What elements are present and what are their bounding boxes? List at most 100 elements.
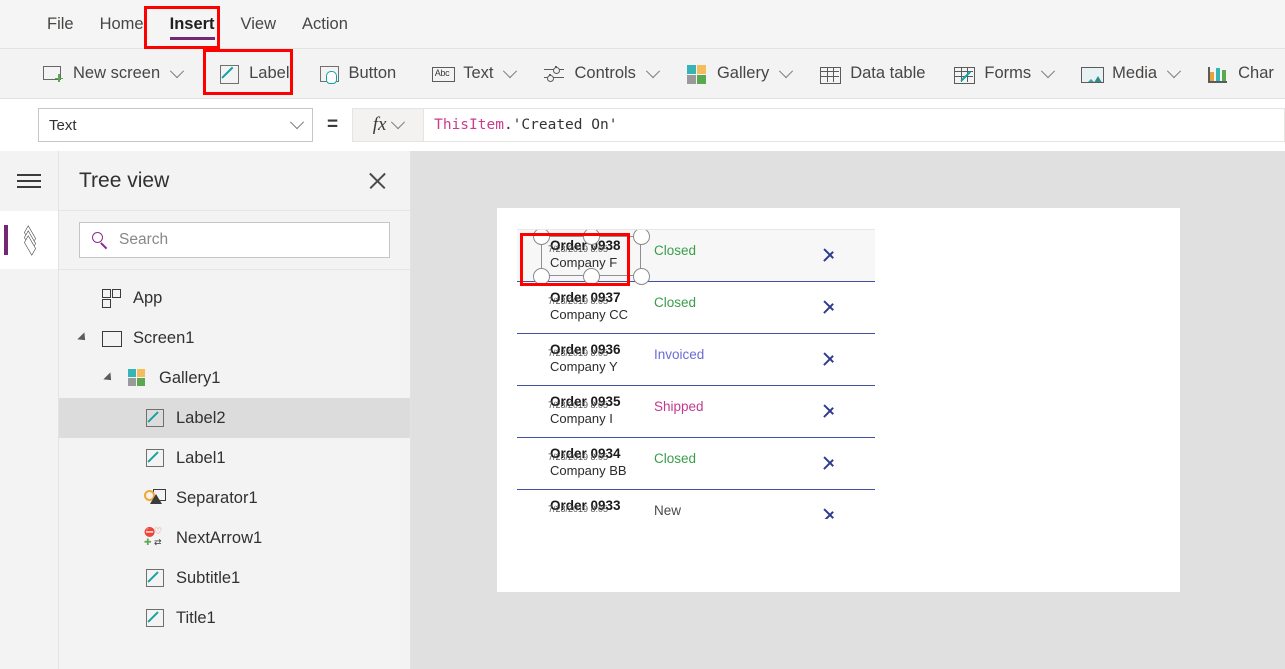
tree-view-panel: Tree view Search App Screen1 Gallery1 La… [59, 151, 411, 669]
ribbon-item-label: Gallery [716, 64, 770, 82]
next-arrow-icon: ⛔ ♡ ✚ ⇄ [144, 526, 163, 547]
next-arrow-icon[interactable] [823, 402, 838, 418]
hamburger-menu-button[interactable] [0, 151, 58, 211]
formula-input[interactable]: ThisItem .'Created On' [424, 108, 1285, 142]
tree-item-label: Label2 [176, 408, 226, 427]
ribbon-button-button[interactable]: Button [304, 49, 411, 99]
label-icon [144, 567, 166, 589]
tree-item-app[interactable]: App [59, 278, 410, 318]
tree-item-label: App [133, 288, 163, 307]
screen-icon [101, 327, 123, 349]
tree-item-subtitle1[interactable]: Subtitle1 [59, 558, 410, 598]
search-icon [92, 231, 109, 249]
row-created-on: 7/28/2019 8:05 [548, 504, 609, 514]
gallery-row[interactable]: Order 0935 Company I 7/28/2019 8:05 Ship… [517, 386, 875, 438]
tree-item-nextarrow1[interactable]: ⛔ ♡ ✚ ⇄ NextArrow1 [59, 518, 410, 558]
button-icon [318, 63, 340, 85]
tree-item-separator1[interactable]: Separator1 [59, 478, 410, 518]
twisty-icon[interactable] [103, 372, 117, 384]
tree-item-label1[interactable]: Label1 [59, 438, 410, 478]
tree-item-label: Title1 [176, 608, 216, 627]
tree-view-header: Tree view [59, 151, 410, 211]
close-icon[interactable] [368, 171, 388, 191]
chevron-down-icon [503, 63, 518, 78]
next-arrow-icon[interactable] [823, 350, 838, 366]
data-table-icon [819, 63, 842, 85]
ribbon-item-label: Forms [984, 64, 1032, 82]
ribbon-label-button[interactable]: Label [204, 49, 303, 99]
chevron-down-icon [289, 115, 305, 130]
app-screen-preview[interactable]: Order 0938 Company F 7/28/2019 8:05 Clos… [497, 208, 1180, 592]
resize-handle-n[interactable] [583, 230, 600, 245]
chart-icon [1207, 63, 1229, 85]
row-status: Closed [654, 451, 697, 466]
menu-item-view[interactable]: View [228, 0, 289, 49]
ribbon-item-label: Char [1238, 64, 1274, 82]
row-status: Closed [654, 243, 697, 258]
menu-item-label: Action [302, 14, 348, 33]
ribbon-new-screen-button[interactable]: New screen [28, 49, 196, 99]
label-icon [144, 447, 166, 469]
resize-handle-ne[interactable] [633, 230, 650, 245]
menu-item-home[interactable]: Home [87, 0, 157, 49]
ribbon-text-button[interactable]: Abc Text [418, 49, 529, 99]
chevron-down-icon [1041, 63, 1056, 78]
tree-item-title1[interactable]: Title1 [59, 598, 410, 638]
chevron-down-icon [1167, 63, 1182, 78]
gallery-control[interactable]: Order 0938 Company F 7/28/2019 8:05 Clos… [517, 229, 875, 519]
gallery-row[interactable]: Order 0933 7/28/2019 8:05 New [517, 490, 875, 519]
next-arrow-icon[interactable] [823, 246, 838, 262]
label-icon [144, 607, 166, 629]
row-subtitle: Company CC [550, 307, 629, 322]
ribbon-data-table-button[interactable]: Data table [805, 49, 939, 99]
tree-item-label2[interactable]: Label2 [59, 398, 410, 438]
menu-item-label: Home [99, 14, 144, 33]
twisty-icon[interactable] [77, 332, 91, 344]
row-status: New [654, 503, 682, 518]
hamburger-icon [17, 169, 41, 192]
next-arrow-icon[interactable] [823, 506, 838, 519]
chevron-down-icon [170, 63, 185, 78]
gallery-row[interactable]: Order 0938 Company F 7/28/2019 8:05 Clos… [517, 230, 875, 285]
next-arrow-icon[interactable] [823, 298, 838, 314]
ribbon-item-label: Button [348, 64, 397, 82]
menu-item-label: File [47, 14, 74, 33]
tree-item-label: Gallery1 [159, 368, 221, 387]
row-status: Shipped [654, 399, 704, 414]
label-icon [144, 407, 166, 429]
menu-item-label: View [240, 14, 277, 33]
tree-item-gallery1[interactable]: Gallery1 [59, 358, 410, 398]
ribbon-charts-button[interactable]: Char [1193, 49, 1285, 99]
tree-item-screen1[interactable]: Screen1 [59, 318, 410, 358]
label-icon [218, 63, 240, 85]
insert-ribbon: New screen Label Button Abc Text Control… [0, 49, 1285, 99]
search-input[interactable]: Search [79, 222, 390, 258]
menu-bar: File Home Insert View Action [0, 0, 1285, 49]
rail-tree-view-button[interactable] [0, 211, 58, 269]
menu-item-action[interactable]: Action [289, 0, 361, 49]
next-arrow-icon[interactable] [823, 454, 838, 470]
gallery-row[interactable]: Order 0936 Company Y 7/28/2019 8:05 Invo… [517, 334, 875, 386]
formula-token-object: ThisItem [434, 117, 504, 133]
ribbon-gallery-button[interactable]: Gallery [672, 49, 805, 99]
resize-handle-nw[interactable] [533, 230, 550, 245]
ribbon-item-label: Data table [850, 64, 926, 82]
tree-item-label: NextArrow1 [176, 528, 263, 547]
gallery-icon [686, 63, 708, 85]
tree-search-area: Search [59, 211, 410, 270]
ribbon-item-label: Controls [574, 64, 636, 82]
active-tab-underline [169, 36, 215, 40]
fx-button[interactable]: fx [352, 108, 425, 142]
property-select[interactable]: Text [38, 108, 313, 142]
gallery-row[interactable]: Order 0937 Company CC 7/28/2019 8:05 Clo… [517, 282, 875, 334]
text-abc-icon: Abc [432, 63, 456, 85]
gallery-row[interactable]: Order 0934 Company BB 7/28/2019 8:05 Clo… [517, 438, 875, 490]
ribbon-media-button[interactable]: Media [1067, 49, 1193, 99]
menu-item-file[interactable]: File [34, 0, 87, 49]
ribbon-controls-button[interactable]: Controls [529, 49, 671, 99]
formula-bar: Text = fx ThisItem .'Created On' [0, 99, 1285, 152]
ribbon-forms-button[interactable]: Forms [939, 49, 1067, 99]
panel-title: Tree view [79, 168, 170, 192]
app-canvas: Order 0938 Company F 7/28/2019 8:05 Clos… [411, 151, 1285, 669]
menu-item-insert[interactable]: Insert [157, 0, 228, 49]
